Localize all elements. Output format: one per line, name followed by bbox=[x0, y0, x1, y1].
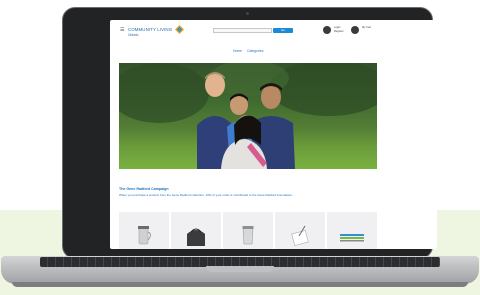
product-tile[interactable] bbox=[327, 212, 377, 249]
search-button[interactable]: Go bbox=[273, 28, 293, 33]
webcam bbox=[246, 12, 249, 15]
nav-home[interactable]: Home bbox=[233, 49, 242, 53]
laptop-screen: ☰ COMMUNITY LIVING Ontario Go Login Regi… bbox=[110, 20, 437, 249]
search-input[interactable] bbox=[213, 28, 272, 33]
hero-family-photo bbox=[119, 63, 377, 169]
backpack-icon bbox=[187, 228, 205, 246]
cart-icon[interactable] bbox=[351, 26, 359, 34]
site-logo-text[interactable]: COMMUNITY LIVING bbox=[128, 27, 172, 32]
product-tile[interactable] bbox=[275, 212, 325, 249]
lanyard-icon bbox=[340, 234, 364, 242]
family-illustration bbox=[119, 63, 377, 169]
tumbler-icon bbox=[242, 226, 254, 245]
account-login-link[interactable]: Login bbox=[334, 26, 340, 29]
travel-mug-icon bbox=[138, 226, 151, 245]
laptop-base-edge bbox=[12, 282, 468, 287]
notebook-pen-icon bbox=[291, 225, 309, 246]
hamburger-icon[interactable]: ☰ bbox=[120, 27, 124, 33]
nav-categories[interactable]: Categories bbox=[247, 49, 263, 53]
logo-mark-icon bbox=[175, 25, 184, 34]
laptop-lid-notch bbox=[206, 266, 274, 272]
account-register-link[interactable]: Register bbox=[334, 30, 344, 33]
product-tile[interactable] bbox=[119, 212, 169, 249]
cart-label[interactable]: My Cart bbox=[362, 26, 371, 29]
site-header: ☰ COMMUNITY LIVING Ontario Go Login Regi… bbox=[110, 20, 437, 42]
promo-title: The Gene Radford Campaign bbox=[119, 187, 169, 191]
user-icon[interactable] bbox=[323, 26, 331, 34]
product-tile[interactable] bbox=[171, 212, 221, 249]
site-logo-subtitle: Ontario bbox=[128, 33, 139, 37]
laptop-lid: ☰ COMMUNITY LIVING Ontario Go Login Regi… bbox=[62, 7, 437, 259]
product-tile[interactable] bbox=[223, 212, 273, 249]
promo-text: When you purchase a product from the Gen… bbox=[119, 193, 293, 197]
